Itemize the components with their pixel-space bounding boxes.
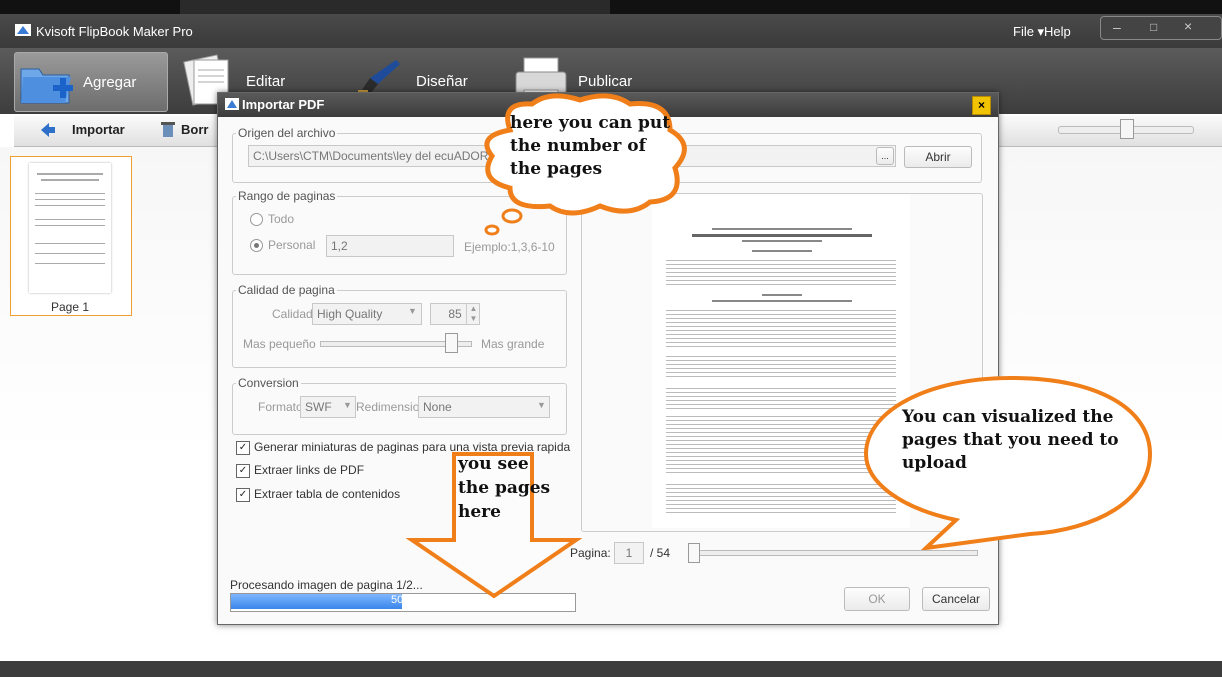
tab-editar-label: Editar — [246, 72, 286, 90]
todo-radio[interactable] — [250, 213, 263, 226]
top-strip — [0, 0, 1222, 14]
callout-see-pages: you see the pages here — [458, 454, 551, 522]
tab-disenar-label: Diseñar — [416, 72, 468, 90]
zoom-slider-knob[interactable] — [1120, 119, 1134, 139]
checkbox-toc-label: Extraer tabla de contenidos — [254, 487, 401, 501]
spinner-icon[interactable]: ▲ ▼ — [466, 304, 480, 324]
page-slider[interactable] — [692, 550, 978, 556]
chevron-down-icon: ▼ — [343, 400, 352, 410]
page-slider-knob[interactable] — [688, 543, 700, 563]
abrir-button[interactable]: Abrir — [904, 146, 972, 168]
dialog-title: Importar PDF — [242, 97, 325, 112]
checkbox-links-label: Extraer links de PDF — [254, 463, 365, 477]
formato-label: Formato — [258, 400, 303, 414]
calidad-label: Calidad — [272, 307, 313, 321]
menu-file[interactable]: File ▾ — [1013, 24, 1044, 40]
calidad-group — [232, 290, 567, 368]
mas-pequeno-label: Mas pequeño — [243, 337, 316, 351]
chevron-down-icon: ▼ — [537, 400, 546, 410]
redimension-label: Redimension — [356, 400, 427, 414]
calidad-legend: Calidad de pagina — [236, 283, 337, 297]
trash-icon — [160, 120, 176, 138]
menu-help[interactable]: Help — [1044, 24, 1071, 39]
import-icon — [39, 121, 57, 139]
rango-legend: Rango de paginas — [236, 189, 338, 203]
page-range-input[interactable]: 1,2 — [326, 235, 454, 257]
origen-legend: Origen del archivo — [236, 126, 338, 140]
close-window-icon[interactable]: × — [1184, 18, 1192, 34]
checkbox-thumbnails[interactable]: ✓ — [236, 441, 250, 455]
personal-radio[interactable] — [250, 239, 263, 252]
thumbnail-label: Page 1 — [50, 300, 90, 314]
checkbox-links[interactable]: ✓ — [236, 464, 250, 478]
ejemplo-hint: Ejemplo:1,3,6-10 — [464, 240, 555, 254]
pagina-input[interactable]: 1 — [614, 542, 644, 564]
todo-label: Todo — [268, 212, 295, 226]
app-title: Kvisoft FlipBook Maker Pro — [36, 24, 193, 39]
tab-agregar[interactable]: Agregar — [14, 52, 168, 112]
tab-publicar-label: Publicar — [578, 72, 633, 90]
ok-button[interactable]: OK — [844, 587, 910, 611]
cancelar-button[interactable]: Cancelar — [922, 587, 990, 611]
tab-agregar-label: Agregar — [83, 73, 137, 91]
checkbox-toc[interactable]: ✓ — [236, 488, 250, 502]
callout-pages-number: here you can put the number of the pages — [510, 113, 671, 179]
dialog-logo-icon — [225, 98, 239, 110]
status-bar — [0, 661, 1222, 677]
browse-button[interactable]: ... — [876, 147, 894, 165]
conversion-legend: Conversion — [236, 376, 301, 390]
redimension-select[interactable]: None — [418, 396, 550, 418]
dialog-close-button[interactable]: × — [972, 96, 991, 115]
minimize-icon[interactable]: – — [1113, 19, 1121, 35]
folder-add-icon — [20, 68, 73, 104]
quality-slider-knob[interactable] — [445, 333, 458, 353]
importar-button[interactable]: Importar — [72, 122, 125, 137]
page-thumbnail[interactable] — [10, 156, 132, 316]
thumbnail-image — [29, 163, 111, 293]
mas-grande-label: Mas grande — [481, 337, 545, 351]
app-logo-icon — [15, 24, 31, 36]
quality-select[interactable]: High Quality — [312, 303, 422, 325]
pagina-total: / 54 — [650, 546, 671, 560]
callout-visualize: You can visualized the pages that you ne… — [902, 407, 1119, 473]
personal-label: Personal — [268, 238, 316, 252]
processing-status: Procesando imagen de pagina 1/2... — [230, 578, 423, 592]
chevron-down-icon: ▼ — [408, 306, 417, 316]
borrar-button[interactable]: Borr — [181, 122, 208, 137]
maximize-icon[interactable]: □ — [1150, 20, 1157, 34]
